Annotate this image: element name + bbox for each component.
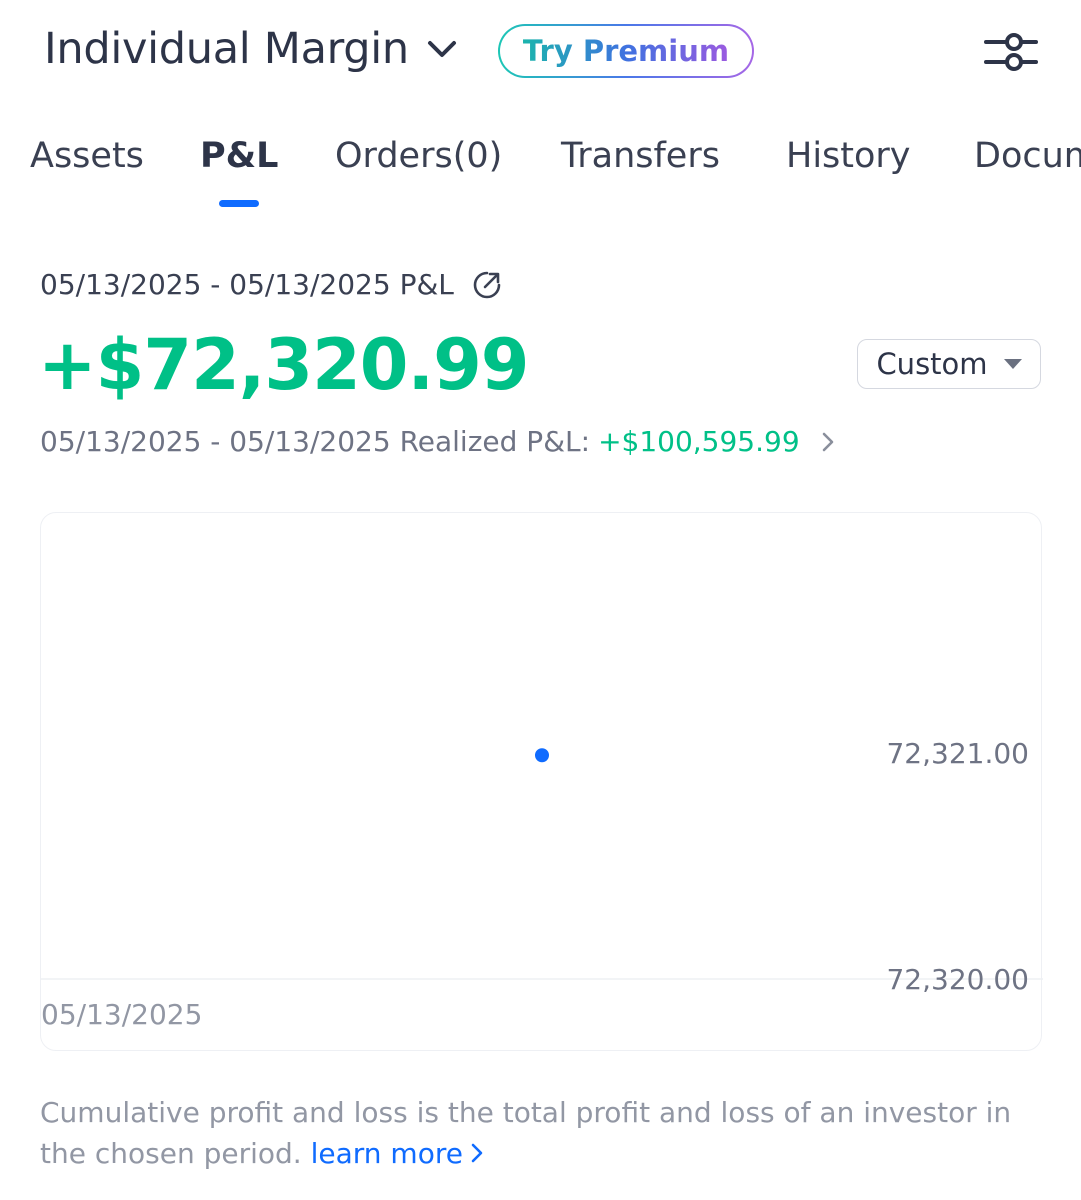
pnl-range-label: 05/13/2025 - 05/13/2025 P&L	[40, 268, 502, 301]
data-point[interactable]	[535, 748, 549, 763]
period-select-value: Custom	[876, 347, 988, 381]
tab-bar: Assets P&L Orders(0) Transfers History D…	[0, 130, 1081, 210]
account-selector[interactable]: Individual Margin	[44, 24, 459, 74]
chevron-down-icon	[427, 41, 456, 57]
footnote-text: Cumulative profit and loss is the total …	[40, 1096, 1012, 1170]
try-premium-label: Try Premium	[522, 34, 730, 68]
pnl-chart[interactable]: 72,321.00 72,320.00 05/13/2025	[40, 512, 1043, 1051]
pnl-footnote: Cumulative profit and loss is the total …	[40, 1092, 1040, 1174]
try-premium-inner: Try Premium	[500, 26, 752, 76]
realized-pnl-label: 05/13/2025 - 05/13/2025 Realized P&L:	[40, 425, 591, 458]
period-select[interactable]: Custom	[857, 339, 1041, 389]
try-premium-button[interactable]: Try Premium	[498, 24, 754, 78]
pnl-chart-svg: 72,321.00 72,320.00 05/13/2025	[41, 737, 1043, 1031]
realized-pnl-value: +$100,595.99	[598, 425, 800, 458]
account-title: Individual Margin	[44, 24, 409, 74]
header: Individual Margin Try Premium	[0, 0, 1081, 105]
tab-assets[interactable]: Assets	[30, 136, 144, 176]
tab-history[interactable]: History	[786, 136, 911, 176]
learn-more-link[interactable]: learn more	[311, 1137, 485, 1170]
x-tick-label: 05/13/2025	[41, 998, 202, 1031]
share-icon[interactable]	[472, 270, 502, 300]
chevron-right-icon	[822, 432, 833, 451]
learn-more-label: learn more	[310, 1137, 463, 1170]
sliders-icon[interactable]	[984, 28, 1038, 76]
y-tick-label: 72,321.00	[886, 737, 1029, 770]
tab-orders[interactable]: Orders(0)	[335, 136, 502, 176]
pnl-range-text: 05/13/2025 - 05/13/2025 P&L	[40, 268, 454, 301]
realized-pnl-row[interactable]: 05/13/2025 - 05/13/2025 Realized P&L: +$…	[40, 425, 838, 458]
chevron-right-icon	[471, 1143, 483, 1163]
tab-pnl[interactable]: P&L	[200, 136, 278, 176]
active-tab-indicator	[219, 200, 259, 207]
tab-transfers[interactable]: Transfers	[561, 136, 720, 176]
pnl-total-value: +$72,320.99	[38, 324, 529, 406]
tab-documents[interactable]: Documents	[974, 136, 1081, 176]
y-tick-label: 72,320.00	[886, 963, 1029, 996]
caret-down-icon	[1003, 359, 1022, 369]
